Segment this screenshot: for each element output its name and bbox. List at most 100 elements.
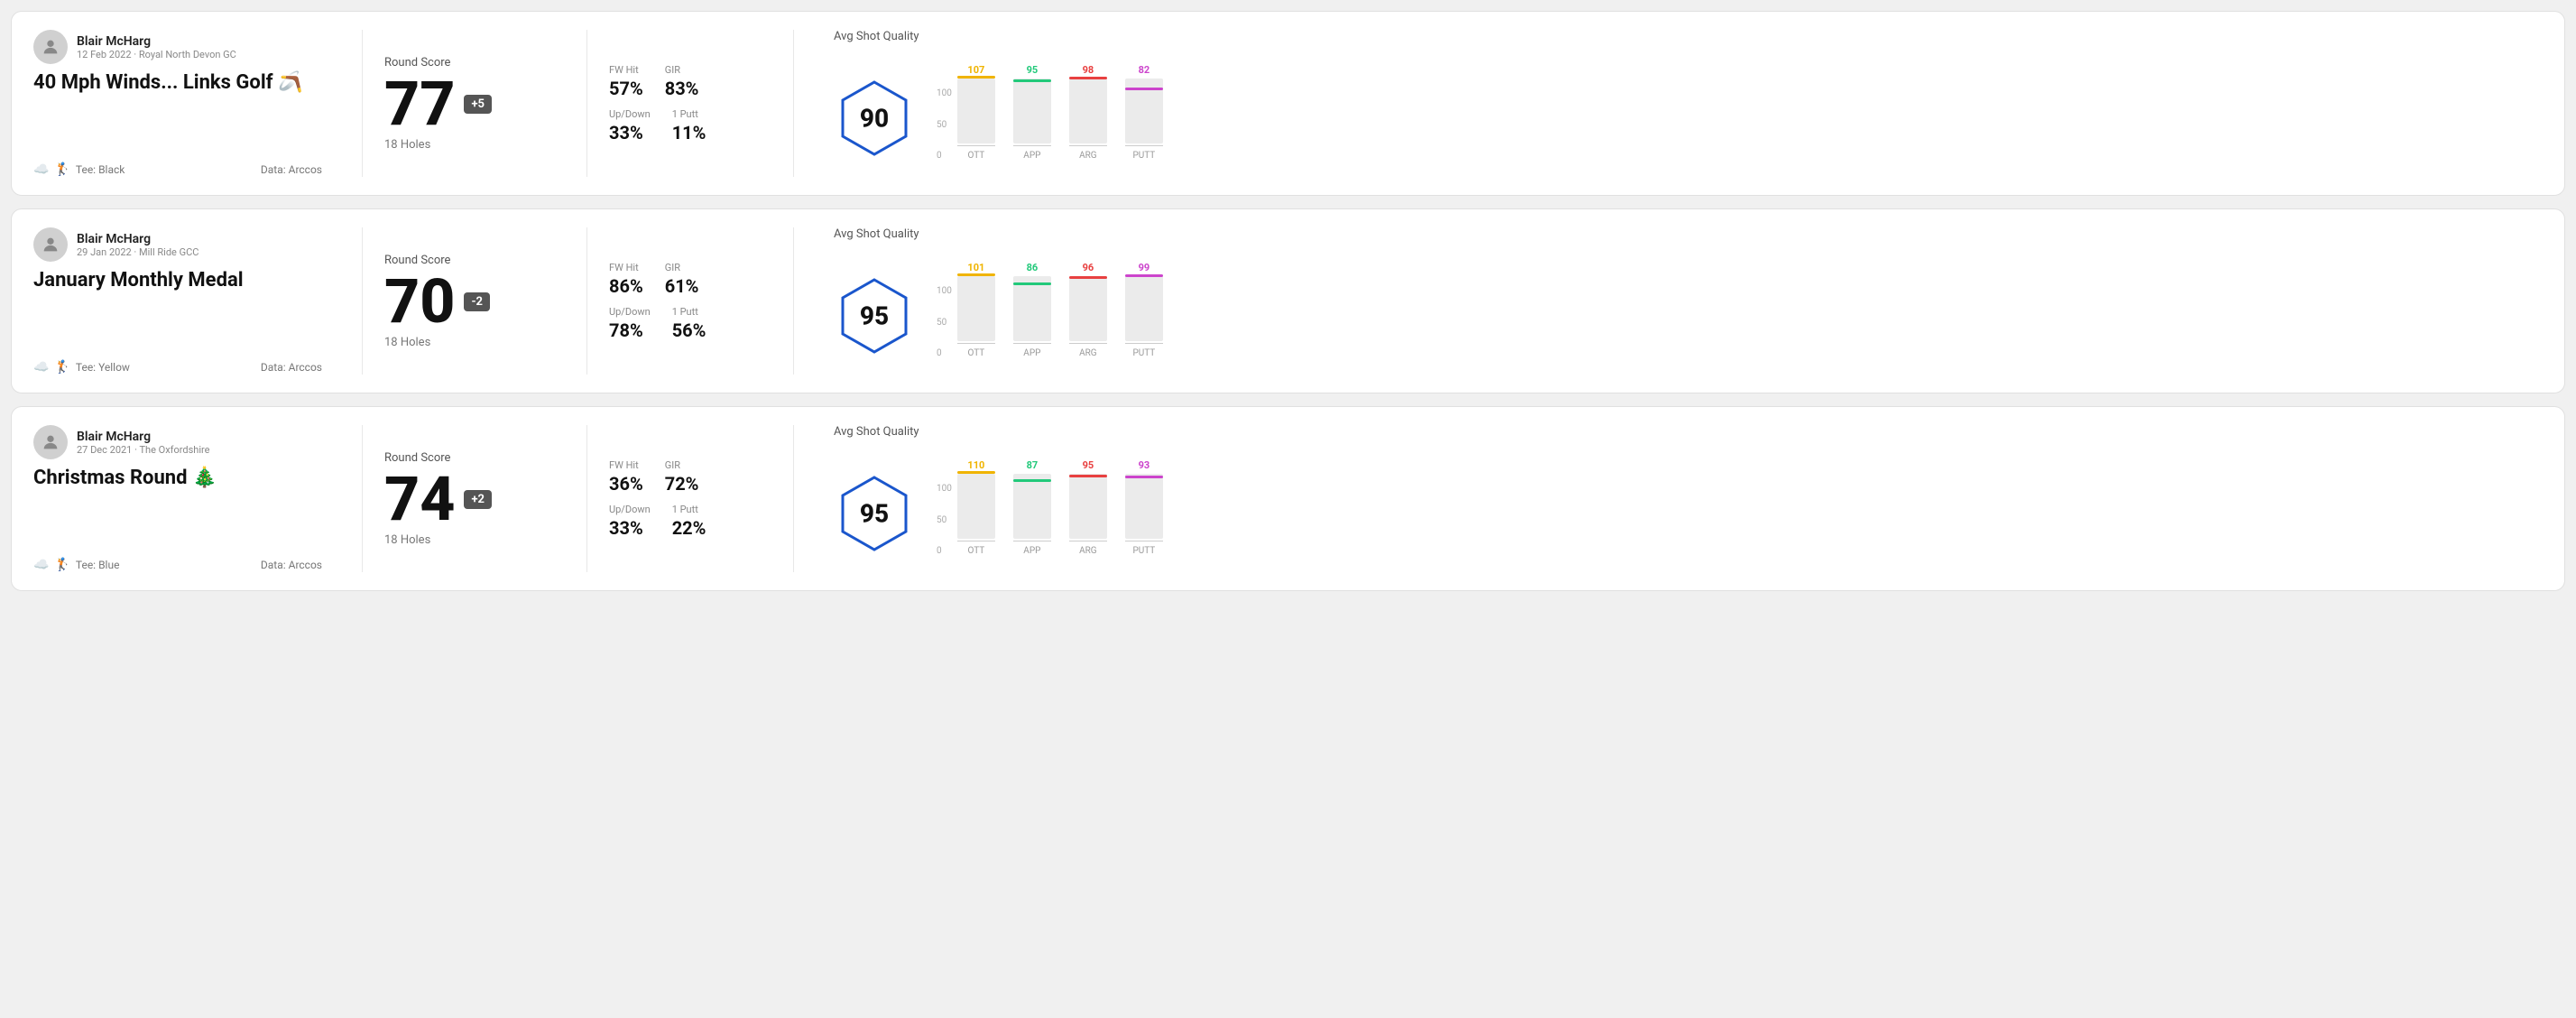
holes-label: 18 Holes (384, 138, 565, 152)
oneputt-label: 1 Putt (672, 306, 706, 318)
chart-y-labels: 100 50 0 (937, 88, 952, 161)
chart-column: 101 OTT (957, 262, 995, 358)
chart-bar (1125, 474, 1163, 539)
gir-label: GIR (665, 459, 699, 471)
chart-bar (1013, 79, 1051, 143)
chart-bar-line (1069, 475, 1107, 477)
chart-bar-line (1069, 276, 1107, 279)
avatar (33, 30, 68, 64)
score-diff-badge: +5 (464, 95, 492, 114)
chart-x-label: PUTT (1132, 546, 1155, 556)
quality-score: 95 (860, 301, 889, 331)
chart-bar (1069, 79, 1107, 143)
chart-y-labels: 100 50 0 (937, 484, 952, 556)
score-main: 77 +5 (384, 73, 565, 134)
updown-stat: Up/Down 78% (609, 306, 651, 341)
fw-hit-value: 36% (609, 473, 643, 495)
bag-icon: 🏌️ (54, 360, 69, 375)
chart-baseline (1069, 343, 1107, 344)
section-divider-3 (793, 227, 794, 375)
card-footer: ☁️ 🏌️ Tee: Yellow Data: Arccos (33, 360, 322, 375)
chart-x-label: APP (1023, 151, 1040, 161)
score-number: 74 (384, 468, 455, 530)
user-info: Blair McHarg 27 Dec 2021 · The Oxfordshi… (77, 430, 209, 456)
user-info: Blair McHarg 29 Jan 2022 · Mill Ride GCC (77, 232, 199, 258)
score-diff-badge: -2 (464, 292, 490, 311)
chart-value-label: 96 (1083, 262, 1094, 273)
avatar (33, 227, 68, 262)
stats-row-top: FW Hit 57% GIR 83% (609, 64, 771, 99)
gir-label: GIR (665, 262, 699, 273)
hexagon-container: 95 (834, 473, 915, 554)
cloud-icon: ☁️ (33, 558, 49, 572)
user-name: Blair McHarg (77, 232, 199, 246)
fw-hit-label: FW Hit (609, 459, 643, 471)
round-title: January Monthly Medal (33, 269, 322, 292)
round-card: Blair McHarg 29 Jan 2022 · Mill Ride GCC… (11, 208, 2565, 393)
chart-bar (1069, 276, 1107, 341)
gir-stat: GIR 72% (665, 459, 699, 495)
cloud-icon: ☁️ (33, 360, 49, 375)
chart-baseline (957, 145, 995, 146)
chart-bar (957, 276, 995, 341)
quality-section: Avg Shot Quality 90 100 50 0 (816, 30, 2543, 177)
chart-area: 100 50 0 110 OTT 87 APP (937, 471, 1163, 556)
chart-value-label: 98 (1083, 64, 1094, 76)
hexagon-container: 90 (834, 78, 915, 159)
chart-x-label: OTT (967, 151, 984, 161)
data-source-label: Data: Arccos (261, 361, 322, 374)
chart-x-label: APP (1023, 348, 1040, 358)
chart-x-label: ARG (1079, 546, 1097, 556)
bag-icon: 🏌️ (54, 558, 69, 572)
score-main: 70 -2 (384, 271, 565, 332)
user-name: Blair McHarg (77, 430, 209, 444)
chart-bar (1125, 276, 1163, 341)
fw-hit-value: 86% (609, 275, 643, 297)
avg-shot-quality-label: Avg Shot Quality (834, 227, 1163, 241)
stats-row-bottom: Up/Down 33% 1 Putt 22% (609, 504, 771, 539)
chart-x-label: APP (1023, 546, 1040, 556)
chart-x-label: OTT (967, 348, 984, 358)
stats-row-top: FW Hit 36% GIR 72% (609, 459, 771, 495)
chart-bar-line (1125, 274, 1163, 277)
chart-baseline (1125, 145, 1163, 146)
data-source-label: Data: Arccos (261, 163, 322, 176)
section-divider (362, 425, 363, 572)
chart-column: 107 OTT (957, 64, 995, 161)
fw-hit-label: FW Hit (609, 262, 643, 273)
round-card: Blair McHarg 12 Feb 2022 · Royal North D… (11, 11, 2565, 196)
chart-area: 100 50 0 107 OTT 95 APP (937, 76, 1163, 161)
fw-hit-label: FW Hit (609, 64, 643, 76)
score-main: 74 +2 (384, 468, 565, 530)
score-section: Round Score 77 +5 18 Holes (384, 30, 565, 177)
hexagon: 90 (834, 78, 915, 159)
chart-bar-line (1013, 479, 1051, 482)
chart-value-label: 82 (1139, 64, 1150, 76)
user-header: Blair McHarg 29 Jan 2022 · Mill Ride GCC (33, 227, 322, 262)
chart-area: 100 50 0 101 OTT 86 APP (937, 273, 1163, 358)
oneputt-stat: 1 Putt 56% (672, 306, 706, 341)
section-divider-2 (586, 425, 587, 572)
section-divider-2 (586, 30, 587, 177)
oneputt-value: 56% (672, 319, 706, 341)
holes-label: 18 Holes (384, 533, 565, 547)
score-diff-badge: +2 (464, 490, 492, 509)
quality-wrapper: Avg Shot Quality 90 100 50 0 (834, 30, 1163, 177)
chart-x-label: ARG (1079, 348, 1097, 358)
chart-column: 98 ARG (1069, 64, 1107, 161)
card-footer: ☁️ 🏌️ Tee: Black Data: Arccos (33, 162, 322, 177)
updown-label: Up/Down (609, 504, 651, 515)
chart-baseline (957, 343, 995, 344)
stats-section: FW Hit 57% GIR 83% Up/Down 33% 1 Putt (609, 30, 771, 177)
stats-section: FW Hit 86% GIR 61% Up/Down 78% 1 Putt (609, 227, 771, 375)
chart-value-label: 93 (1139, 459, 1150, 471)
oneputt-stat: 1 Putt 11% (672, 108, 706, 143)
cloud-icon: ☁️ (33, 162, 49, 177)
chart-value-label: 99 (1139, 262, 1150, 273)
chart-bar-line (1125, 88, 1163, 90)
score-section: Round Score 70 -2 18 Holes (384, 227, 565, 375)
card-footer: ☁️ 🏌️ Tee: Blue Data: Arccos (33, 558, 322, 572)
round-title: Christmas Round 🎄 (33, 467, 322, 490)
chart-value-label: 110 (967, 459, 984, 471)
gir-label: GIR (665, 64, 699, 76)
